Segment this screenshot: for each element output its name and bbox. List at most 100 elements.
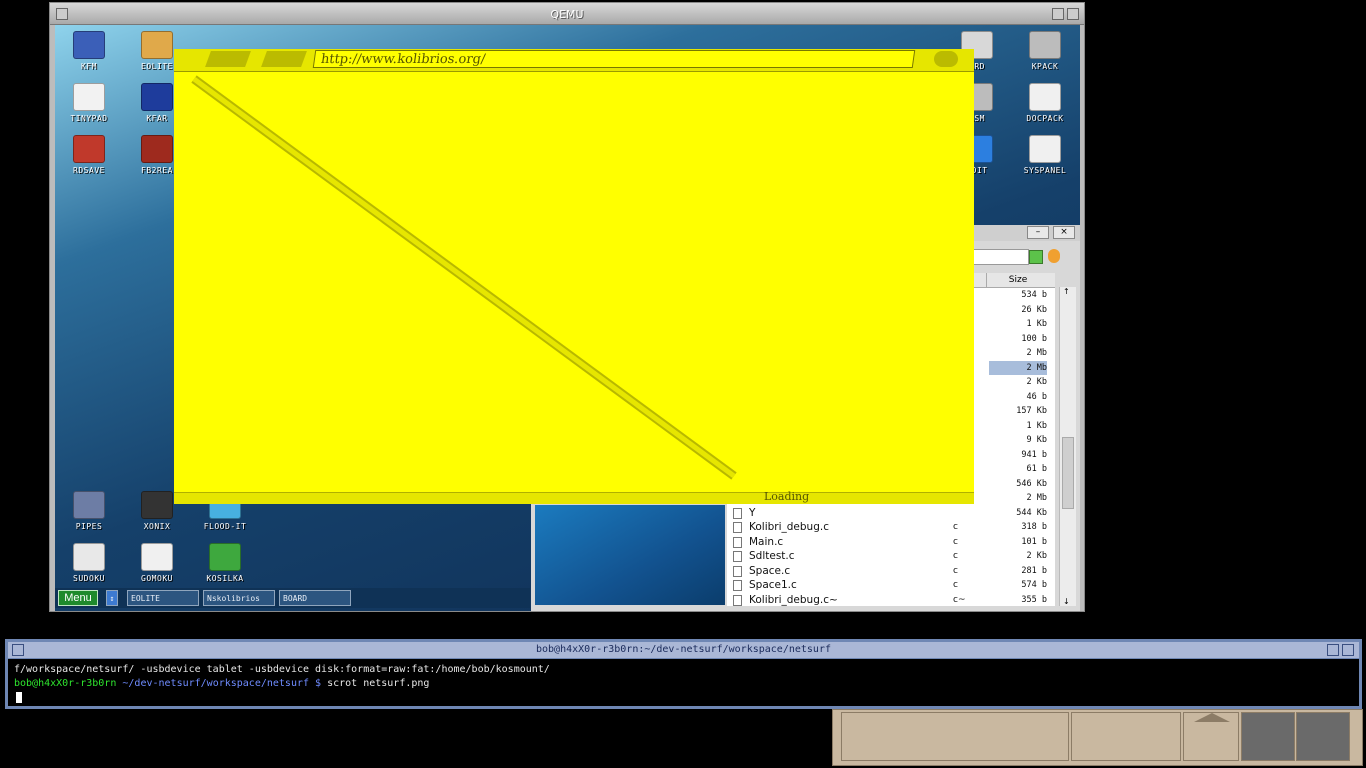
file-size: 574 b (1021, 580, 1047, 590)
pipes-icon (73, 491, 105, 519)
terminal-title: bob@h4xX0r-r3b0rn:~/dev-netsurf/workspac… (535, 644, 831, 655)
panel-slot-3[interactable] (1183, 712, 1239, 761)
file-row[interactable]: Y 544 Kb (727, 506, 1055, 521)
docpack-icon (1029, 83, 1061, 111)
file-row[interactable]: Main.c c 101 b (727, 535, 1055, 550)
url-input[interactable]: http://www.kolibrios.org/ (312, 50, 916, 68)
file-size: 2 Kb (1026, 377, 1047, 387)
file-size: 534 b (1021, 290, 1047, 300)
workspace-1[interactable] (1241, 712, 1295, 761)
netsurf-statusbar (174, 492, 974, 504)
book-icon (141, 135, 173, 163)
file-size: 9 Kb (1026, 435, 1047, 445)
go-icon[interactable] (1029, 250, 1043, 264)
file-row[interactable]: Space1.c c 574 b (727, 578, 1055, 593)
close-icon[interactable]: × (1053, 226, 1075, 239)
file-size: 318 b (1021, 522, 1047, 532)
bookmark-icon[interactable] (1048, 249, 1060, 263)
qemu-titlebar[interactable]: QEMU (50, 3, 1084, 25)
desktop-icon-syspanel[interactable]: SYSPANEL (1013, 135, 1077, 175)
switch-icon[interactable]: ↕ (106, 590, 118, 606)
file-row[interactable]: Kolibri_debug.c~ c~ 355 b (727, 593, 1055, 607)
file-name: Space.c (749, 564, 791, 577)
wallpaper-preview (535, 505, 725, 605)
scroll-up-icon[interactable]: ↑ (1063, 287, 1070, 296)
maximize-icon[interactable] (1067, 8, 1079, 20)
file-icon (733, 522, 742, 533)
back-forward-icon[interactable] (205, 51, 251, 67)
netsurf-window: http://www.kolibrios.org/ Loading (174, 49, 974, 504)
file-ext: c (953, 536, 958, 547)
file-ext: c (953, 551, 958, 561)
size-column-header[interactable]: Size (986, 273, 1049, 287)
minimize-icon[interactable] (1327, 644, 1339, 656)
file-size: 26 Kb (1021, 304, 1047, 315)
desktop-icon-docpack[interactable]: DOCPACK (1013, 83, 1077, 123)
file-size: 100 b (1021, 333, 1047, 344)
file-size: 2 Mb (989, 360, 1047, 375)
taskbar: Menu ↕ EOLITE Nskolibrios BOARD (55, 588, 530, 608)
file-ext: c (953, 580, 958, 590)
xonix-icon (141, 491, 173, 519)
file-size: 281 b (1021, 565, 1047, 576)
lawnmower-icon (209, 543, 241, 571)
file-row[interactable]: Kolibri_debug.c c 318 b (727, 520, 1055, 535)
workspace-2[interactable] (1296, 712, 1350, 761)
scroll-down-icon[interactable]: ↓ (1063, 597, 1070, 606)
floppy-icon (73, 31, 105, 59)
file-size: 61 b (1026, 464, 1047, 474)
minimize-icon[interactable]: – (1027, 226, 1049, 239)
sliders-icon (1029, 135, 1061, 163)
desktop-icon-kpack[interactable]: KPACK (1013, 31, 1077, 71)
qemu-title: QEMU (550, 8, 584, 21)
scrollbar-thumb[interactable] (1062, 437, 1074, 509)
menu-button[interactable]: Menu (58, 590, 98, 606)
diagonal-scrollbar-artifact (191, 75, 737, 480)
terminal-line-1: f/workspace/netsurf/ -usbdevice tablet -… (14, 664, 550, 675)
minimize-icon[interactable] (1052, 8, 1064, 20)
taskbar-item-board[interactable]: BOARD (279, 590, 351, 606)
file-row[interactable]: Sdltest.c c 2 Kb (727, 549, 1055, 564)
file-icon (733, 551, 742, 562)
file-size: 101 b (1021, 536, 1047, 547)
terminal-titlebar[interactable]: bob@h4xX0r-r3b0rn:~/dev-netsurf/workspac… (8, 642, 1359, 659)
file-name: Main.c (749, 535, 784, 548)
file-ext: c (953, 522, 958, 532)
kpack-icon (1029, 31, 1061, 59)
desktop-icon-tinypad[interactable]: TINYPAD (57, 83, 121, 123)
file-size: 2 Kb (1026, 551, 1047, 561)
file-size: 546 Kb (1016, 478, 1047, 489)
desktop-icon-rdsave[interactable]: RDSAVE (57, 135, 121, 175)
desktop-icon-sudoku[interactable]: SUDOKU (57, 543, 121, 583)
sudoku-icon (73, 543, 105, 571)
file-size: 157 Kb (1016, 406, 1047, 416)
file-name: Y (749, 506, 756, 519)
file-size: 544 Kb (1016, 507, 1047, 518)
desktop-icon-pipes[interactable]: PIPES (57, 491, 121, 531)
qemu-window: QEMU KFM EOLITE TINYPAD KFAR RDSAVE FB2R… (49, 2, 1085, 612)
desktop-icon-kfm[interactable]: KFM (57, 31, 121, 71)
maximize-icon[interactable] (1342, 644, 1354, 656)
panel-slot-2[interactable] (1071, 712, 1181, 761)
up-arrow-icon (1194, 713, 1230, 722)
file-name: Kolibri_debug.c~ (749, 593, 838, 606)
desktop-icon-kosilka[interactable]: KOSILKA (193, 543, 257, 583)
panels-icon (141, 83, 173, 111)
file-name: Sdltest.c (749, 550, 795, 562)
file-size: 355 b (1021, 594, 1047, 605)
status-text: Loading (764, 490, 810, 503)
taskbar-item-nskolibrios[interactable]: Nskolibrios (203, 590, 275, 606)
file-name: Kolibri_debug.c (749, 521, 829, 533)
taskbar-item-eolite[interactable]: EOLITE (127, 590, 199, 606)
file-icon (733, 565, 742, 577)
file-icon (733, 594, 742, 606)
file-list-scrollbar[interactable]: ↑ ↓ (1059, 287, 1076, 606)
file-size: 2 Mb (1026, 348, 1047, 358)
prompt-user: bob@h4xX0r-r3b0rn (14, 678, 117, 689)
file-size: 1 Kb (1026, 420, 1047, 431)
desktop-icon-gomoku[interactable]: GOMOKU (125, 543, 189, 583)
kolibri-desktop: KFM EOLITE TINYPAD KFAR RDSAVE FB2REA PI… (55, 25, 1080, 611)
file-row[interactable]: Space.c c 281 b (727, 564, 1055, 579)
stop-reload-icon[interactable] (261, 51, 307, 67)
panel-slot-1[interactable] (841, 712, 1069, 761)
